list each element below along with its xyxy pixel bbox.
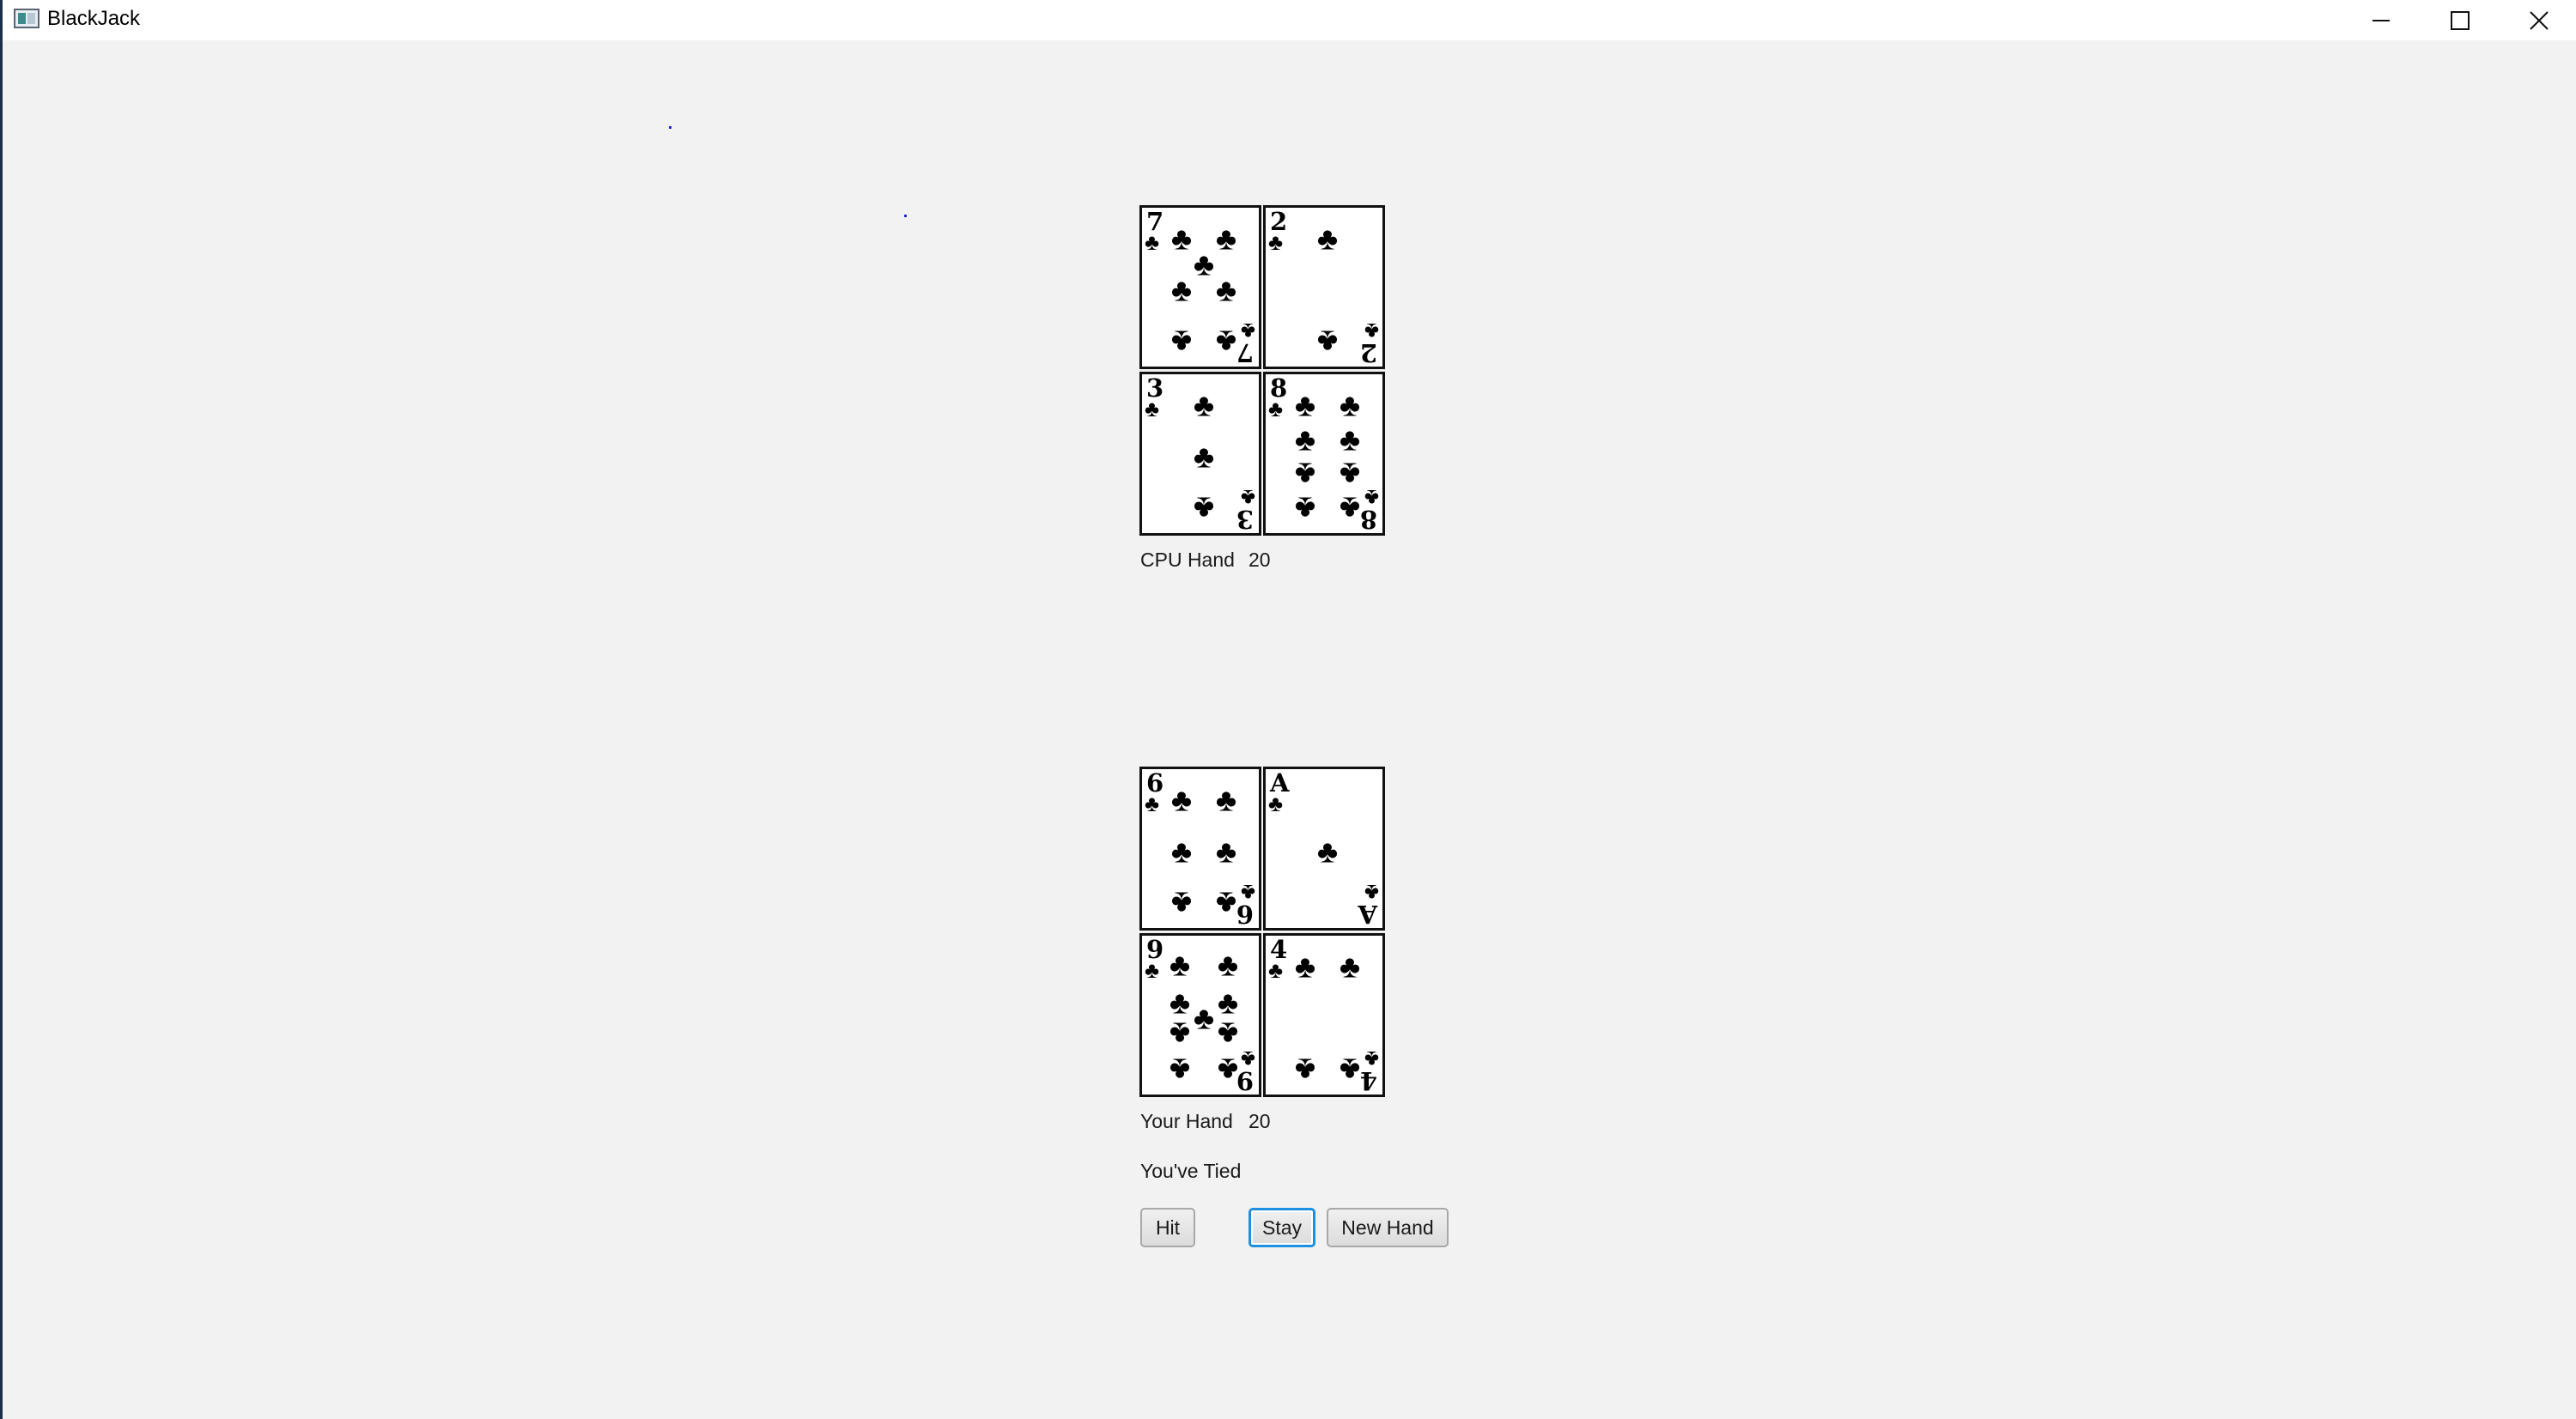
clubs-suit-icon: ♣: [1268, 957, 1284, 983]
clubs-pip-icon: ♣: [1193, 439, 1215, 475]
clubs-suit-icon: ♣: [1240, 880, 1255, 906]
card-corner-rotated: A ♣: [1356, 878, 1380, 928]
clubs-pip-icon: ♣: [1169, 1052, 1191, 1088]
clubs-pip-icon: ♣: [1215, 834, 1237, 870]
clubs-pip-icon: ♣: [1215, 782, 1237, 818]
new-hand-button[interactable]: New Hand: [1327, 1208, 1449, 1247]
clubs-pip-icon: ♣: [1170, 782, 1193, 818]
clubs-suit-icon: ♣: [1145, 957, 1160, 983]
blackjack-window: BlackJack 7 ♣ 7 ♣ ♣ ♣ ♣ ♣ ♣ ♣ ♣ 2 ♣ 2 ♣ ♣ ♣ 3 ♣ 3 ♣ ♣ ♣ ♣ 8 ♣ 8…: [0, 0, 2576, 1419]
clubs-suit-icon: ♣: [1268, 791, 1284, 816]
clubs-pip-icon: ♣: [1294, 421, 1316, 458]
clubs-pip-icon: ♣: [1316, 834, 1339, 870]
clubs-suit-icon: ♣: [1268, 396, 1284, 421]
playing-card-2-of-clubs: 2 ♣ 2 ♣ ♣ ♣: [1263, 205, 1385, 369]
stray-dot: [669, 126, 671, 129]
game-area: 7 ♣ 7 ♣ ♣ ♣ ♣ ♣ ♣ ♣ ♣ 2 ♣ 2 ♣ ♣ ♣ 3 ♣ 3 ♣ ♣ ♣ ♣ 8 ♣ 8 ♣ ♣ ♣ ♣ ♣ ♣ ♣ ♣ ♣ …: [3, 40, 2576, 1419]
app-icon: [14, 9, 39, 28]
clubs-pip-icon: ♣: [1193, 387, 1215, 423]
cpu-hand-score: 20: [1249, 549, 1271, 571]
clubs-suit-icon: ♣: [1364, 880, 1379, 906]
clubs-suit-icon: ♣: [1145, 229, 1160, 255]
clubs-pip-icon: ♣: [1316, 221, 1339, 257]
maximize-icon: [2451, 10, 2470, 30]
clubs-pip-icon: ♣: [1217, 1052, 1239, 1088]
clubs-pip-icon: ♣: [1169, 985, 1191, 1021]
clubs-suit-icon: ♣: [1240, 318, 1255, 344]
clubs-suit-icon: ♣: [1240, 485, 1255, 511]
player-hand-label: Your Hand: [1140, 1110, 1233, 1132]
clubs-pip-icon: ♣: [1294, 387, 1316, 423]
clubs-pip-icon: ♣: [1215, 885, 1237, 921]
clubs-pip-icon: ♣: [1193, 490, 1215, 526]
player-hand-score: 20: [1249, 1110, 1271, 1132]
minimize-button[interactable]: [2342, 0, 2421, 40]
clubs-pip-icon: ♣: [1217, 947, 1239, 983]
stay-button[interactable]: Stay: [1249, 1208, 1315, 1247]
clubs-suit-icon: ♣: [1364, 485, 1379, 511]
result-message: You've Tied: [1140, 1160, 1242, 1182]
clubs-pip-icon: ♣: [1339, 421, 1361, 458]
playing-card-3-of-clubs: 3 ♣ 3 ♣ ♣ ♣ ♣: [1139, 372, 1261, 536]
clubs-pip-icon: ♣: [1170, 885, 1193, 921]
minimize-icon: [2372, 19, 2390, 21]
clubs-suit-icon: ♣: [1364, 318, 1379, 344]
clubs-pip-icon: ♣: [1169, 947, 1191, 983]
clubs-suit-icon: ♣: [1145, 396, 1160, 421]
clubs-pip-icon: ♣: [1170, 272, 1193, 308]
clubs-pip-icon: ♣: [1294, 490, 1316, 526]
playing-card-9-of-clubs: 9 ♣ 9 ♣ ♣ ♣ ♣ ♣ ♣ ♣ ♣ ♣ ♣: [1139, 933, 1261, 1097]
clubs-pip-icon: ♣: [1215, 272, 1237, 308]
hit-button[interactable]: Hit: [1140, 1208, 1195, 1247]
close-button[interactable]: [2500, 0, 2576, 40]
stray-dot: [904, 215, 907, 217]
window-title: BlackJack: [47, 7, 141, 30]
playing-card-6-of-clubs: 6 ♣ 6 ♣ ♣ ♣ ♣ ♣ ♣ ♣: [1139, 767, 1261, 931]
clubs-pip-icon: ♣: [1217, 1016, 1239, 1052]
clubs-pip-icon: ♣: [1170, 834, 1193, 870]
clubs-pip-icon: ♣: [1193, 246, 1215, 282]
card-corner-rotated: 3 ♣: [1232, 483, 1256, 533]
clubs-pip-icon: ♣: [1217, 985, 1239, 1021]
clubs-suit-icon: ♣: [1268, 229, 1284, 255]
clubs-pip-icon: ♣: [1294, 949, 1316, 985]
clubs-pip-icon: ♣: [1339, 387, 1361, 423]
clubs-suit-icon: ♣: [1364, 1046, 1379, 1072]
clubs-pip-icon: ♣: [1215, 221, 1237, 257]
clubs-suit-icon: ♣: [1145, 791, 1160, 816]
clubs-pip-icon: ♣: [1215, 324, 1237, 360]
clubs-pip-icon: ♣: [1294, 1052, 1316, 1088]
playing-card-8-of-clubs: 8 ♣ 8 ♣ ♣ ♣ ♣ ♣ ♣ ♣ ♣ ♣: [1263, 372, 1385, 536]
clubs-pip-icon: ♣: [1294, 456, 1316, 492]
playing-card-4-of-clubs: 4 ♣ 4 ♣ ♣ ♣ ♣ ♣: [1263, 933, 1385, 1097]
clubs-pip-icon: ♣: [1316, 324, 1339, 360]
clubs-pip-icon: ♣: [1339, 949, 1361, 985]
card-corner-rotated: 2 ♣: [1356, 317, 1380, 367]
playing-card-A-of-clubs: A ♣ A ♣ ♣: [1263, 767, 1385, 931]
clubs-pip-icon: ♣: [1169, 1016, 1191, 1052]
clubs-pip-icon: ♣: [1170, 221, 1193, 257]
clubs-suit-icon: ♣: [1240, 1046, 1255, 1072]
clubs-pip-icon: ♣: [1193, 1000, 1215, 1036]
clubs-pip-icon: ♣: [1339, 490, 1361, 526]
playing-card-7-of-clubs: 7 ♣ 7 ♣ ♣ ♣ ♣ ♣ ♣ ♣ ♣: [1139, 205, 1261, 369]
cpu-hand-label: CPU Hand: [1140, 549, 1235, 571]
title-bar[interactable]: BlackJack: [3, 0, 2576, 40]
close-icon: [2530, 10, 2549, 30]
clubs-pip-icon: ♣: [1170, 324, 1193, 360]
clubs-pip-icon: ♣: [1339, 456, 1361, 492]
maximize-button[interactable]: [2421, 0, 2500, 40]
clubs-pip-icon: ♣: [1339, 1052, 1361, 1088]
player-hand: 6 ♣ 6 ♣ ♣ ♣ ♣ ♣ ♣ ♣ A ♣ A ♣ ♣ 9 ♣ 9 ♣ ♣ ♣ ♣ ♣ ♣ ♣ ♣ ♣ ♣ 4 ♣ 4 ♣ ♣ ♣ ♣ ♣: [1139, 767, 1385, 1098]
cpu-hand: 7 ♣ 7 ♣ ♣ ♣ ♣ ♣ ♣ ♣ ♣ 2 ♣ 2 ♣ ♣ ♣ 3 ♣ 3 ♣ ♣ ♣ ♣ 8 ♣ 8 ♣ ♣ ♣ ♣ ♣ ♣ ♣ ♣ ♣: [1139, 205, 1385, 537]
